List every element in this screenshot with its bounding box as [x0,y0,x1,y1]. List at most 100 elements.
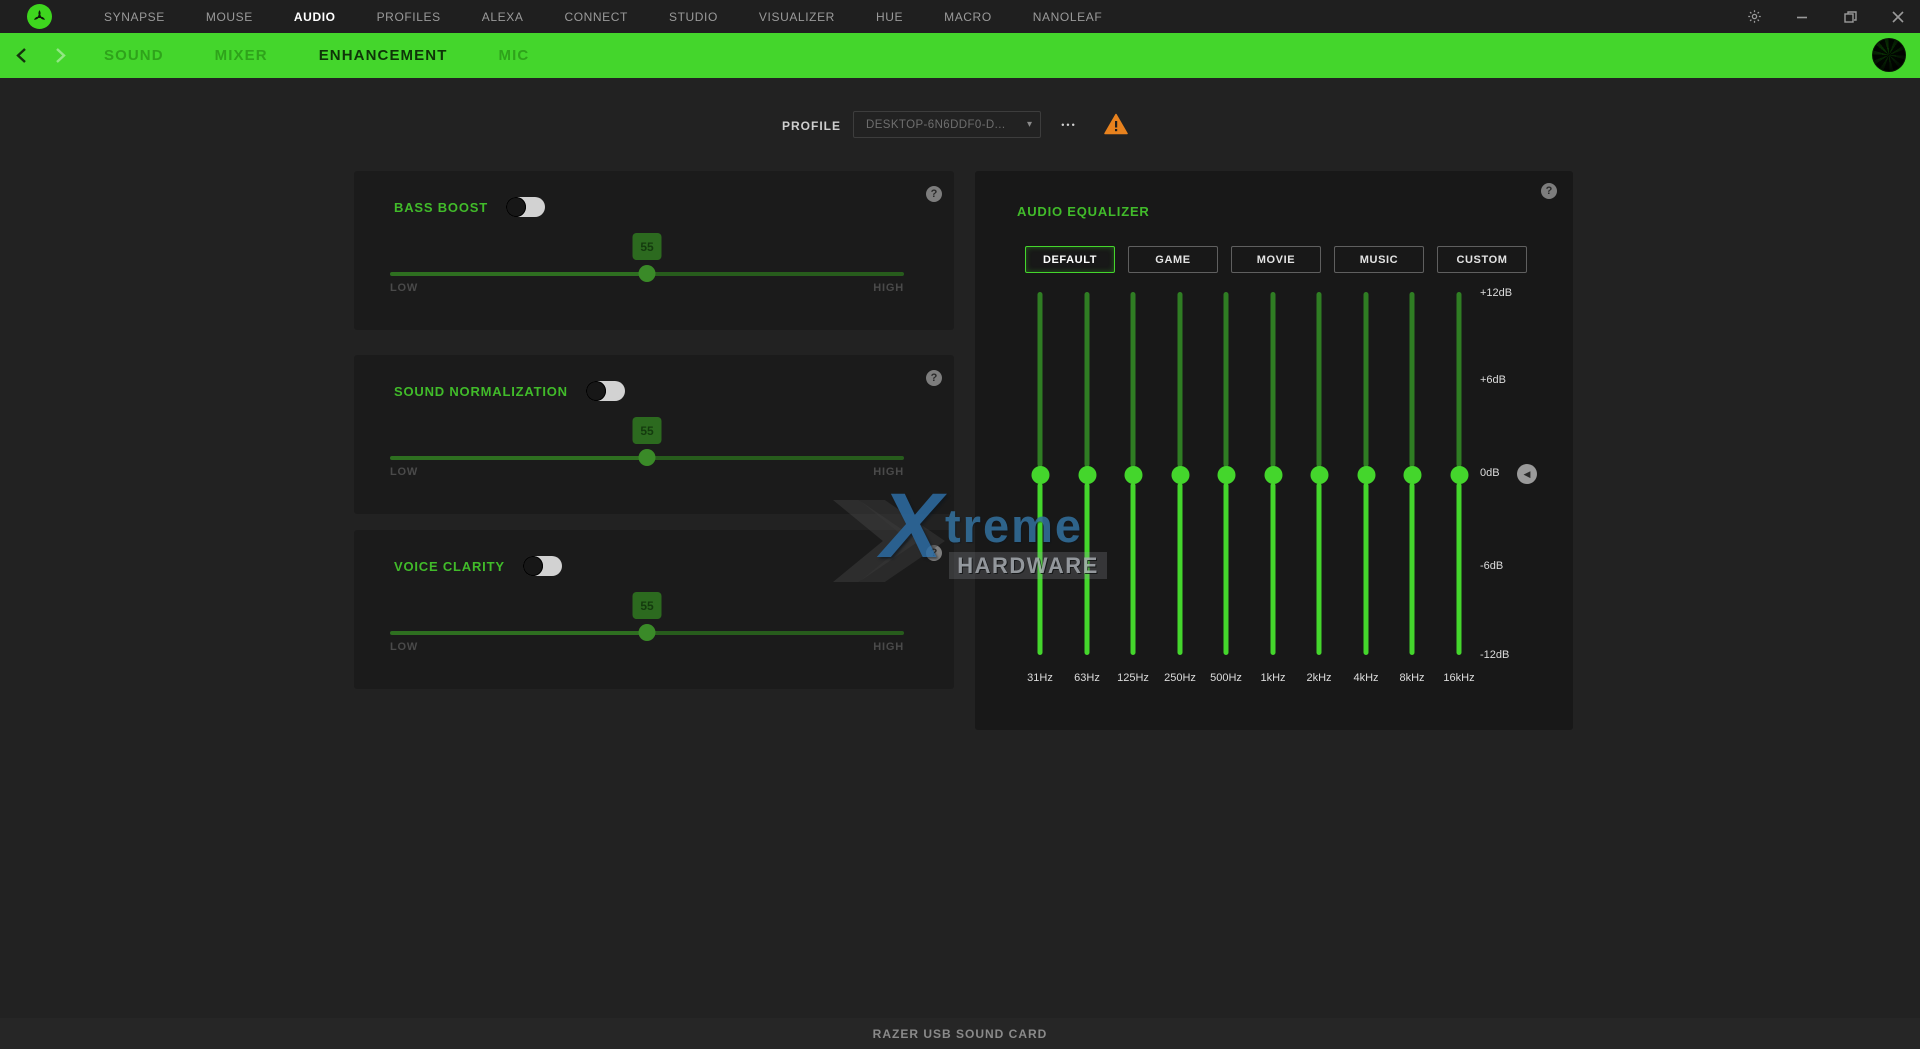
preset-default[interactable]: DEFAULT [1025,246,1115,273]
menu-item-nanoleaf[interactable]: NANOLEAF [1033,10,1102,24]
eq-band-label: 250Hz [1164,672,1196,684]
tab-mixer[interactable]: MIXER [215,47,268,64]
menu-item-macro[interactable]: MACRO [944,10,992,24]
eq-band-1khz: 1kHz [1250,292,1296,702]
bass-boost-slider[interactable]: 55 [390,269,904,279]
slider-low-label: LOW [390,282,418,294]
slider-thumb[interactable] [639,265,656,282]
slider-value-badge: 55 [633,417,662,444]
bass-boost-card: BASS BOOST ? 55 LOW HIGH [354,171,954,330]
menu-item-mouse[interactable]: MOUSE [206,10,253,24]
menu-item-visualizer[interactable]: VISUALIZER [759,10,835,24]
eq-track-lower [1317,483,1322,655]
menu-item-alexa[interactable]: ALEXA [482,10,524,24]
help-icon[interactable]: ? [926,545,942,561]
bass-boost-toggle[interactable] [506,197,545,217]
eq-slider[interactable] [1410,292,1415,655]
eq-band-label: 2kHz [1306,672,1331,684]
audio-equalizer-card: AUDIO EQUALIZER ? DEFAULT GAME MOVIE MUS… [975,171,1573,730]
sound-normalization-toggle[interactable] [586,381,625,401]
audio-tabs: SOUND MIXER ENHANCEMENT MIC [104,33,529,78]
tab-sound[interactable]: SOUND [104,47,164,64]
eq-slider[interactable] [1457,292,1462,655]
eq-band-label: 500Hz [1210,672,1242,684]
eq-slider-thumb[interactable] [1264,466,1282,484]
eq-slider[interactable] [1317,292,1322,655]
eq-track-lower [1271,483,1276,655]
eq-slider[interactable] [1131,292,1136,655]
eq-slider[interactable] [1038,292,1043,655]
eq-track-upper [1178,292,1183,467]
voice-clarity-slider[interactable]: 55 [390,628,904,638]
eq-slider-thumb[interactable] [1357,466,1375,484]
slider-thumb[interactable] [639,449,656,466]
eq-slider-thumb[interactable] [1450,466,1468,484]
voice-clarity-card: VOICE CLARITY ? 55 LOW HIGH [354,530,954,689]
eq-band-label: 16kHz [1443,672,1474,684]
toggle-knob [523,556,543,576]
forward-arrow-icon[interactable] [52,47,68,64]
warning-icon[interactable] [1104,113,1128,135]
preset-music[interactable]: MUSIC [1334,246,1424,273]
eq-slider[interactable] [1178,292,1183,655]
eq-slider-thumb[interactable] [1078,466,1096,484]
profile-more-button[interactable]: ••• [1053,111,1085,138]
help-icon[interactable]: ? [1541,183,1557,199]
settings-gear-icon[interactable] [1745,8,1763,26]
menu-item-profiles[interactable]: PROFILES [377,10,441,24]
eq-band-label: 63Hz [1074,672,1100,684]
eq-band-label: 1kHz [1260,672,1285,684]
eq-slider-thumb[interactable] [1310,466,1328,484]
slider-high-label: HIGH [873,641,904,653]
eq-slider-thumb[interactable] [1217,466,1235,484]
eq-track-upper [1317,292,1322,467]
title-bar: SYNAPSE MOUSE AUDIO PROFILES ALEXA CONNE… [0,0,1920,33]
preset-movie[interactable]: MOVIE [1231,246,1321,273]
menu-item-connect[interactable]: CONNECT [564,10,628,24]
eq-band-label: 31Hz [1027,672,1053,684]
eq-track-upper [1085,292,1090,467]
eq-slider[interactable] [1271,292,1276,655]
eq-track-upper [1271,292,1276,467]
sound-normalization-slider[interactable]: 55 [390,453,904,463]
back-arrow-icon[interactable] [14,47,30,64]
menu-item-studio[interactable]: STUDIO [669,10,718,24]
razer-logo-icon[interactable] [27,4,52,29]
preset-game[interactable]: GAME [1128,246,1218,273]
close-icon[interactable] [1889,8,1907,26]
db-label-minus12: -12dB [1480,649,1509,661]
tab-mic[interactable]: MIC [498,47,529,64]
bass-boost-title: BASS BOOST [394,200,488,215]
voice-clarity-toggle[interactable] [523,556,562,576]
restore-window-icon[interactable] [1841,8,1859,26]
menu-item-hue[interactable]: HUE [876,10,903,24]
eq-track-lower [1364,483,1369,655]
eq-slider-thumb[interactable] [1403,466,1421,484]
sound-normalization-card: SOUND NORMALIZATION ? 55 LOW HIGH [354,355,954,514]
eq-slider[interactable] [1224,292,1229,655]
eq-track-upper [1224,292,1229,467]
slider-track-empty [647,631,904,635]
slider-thumb[interactable] [639,624,656,641]
eq-collapse-button[interactable]: ◀ [1517,464,1537,484]
tab-enhancement[interactable]: ENHANCEMENT [319,47,448,64]
profile-dropdown[interactable]: DESKTOP-6N6DDF0-D... ▾ [853,111,1041,138]
eq-slider[interactable] [1085,292,1090,655]
eq-slider-thumb[interactable] [1171,466,1189,484]
help-icon[interactable]: ? [926,370,942,386]
app-menu: SYNAPSE MOUSE AUDIO PROFILES ALEXA CONNE… [104,0,1102,33]
help-icon[interactable]: ? [926,186,942,202]
menu-item-synapse[interactable]: SYNAPSE [104,10,165,24]
sound-normalization-title: SOUND NORMALIZATION [394,384,568,399]
db-label-plus12: +12dB [1480,287,1512,299]
chevron-down-icon: ▾ [1027,119,1032,130]
preset-custom[interactable]: CUSTOM [1437,246,1527,273]
eq-slider-thumb[interactable] [1031,466,1049,484]
eq-slider-thumb[interactable] [1124,466,1142,484]
eq-track-upper [1457,292,1462,467]
eq-band-2khz: 2kHz [1296,292,1342,702]
menu-item-audio[interactable]: AUDIO [294,10,336,24]
user-avatar[interactable] [1872,38,1906,72]
eq-slider[interactable] [1364,292,1369,655]
minimize-icon[interactable] [1793,8,1811,26]
